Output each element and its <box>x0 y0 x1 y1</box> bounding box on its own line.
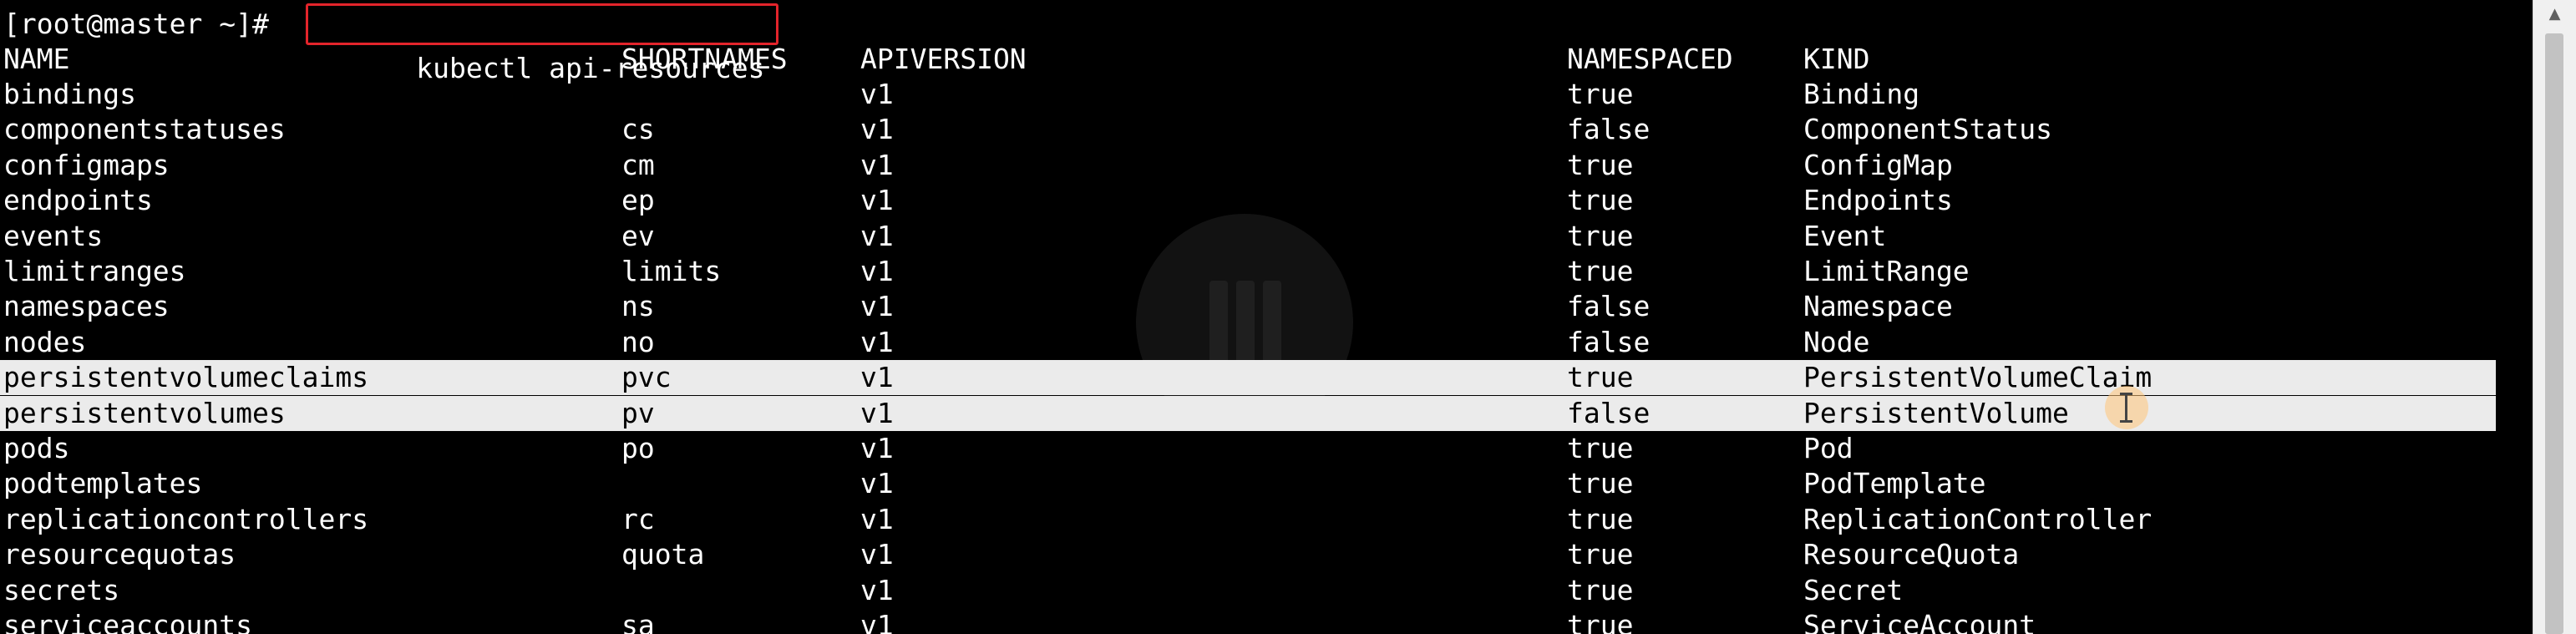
cell-kind: Namespace <box>1803 290 1953 323</box>
cell-apiversion: v1 <box>860 290 894 323</box>
cell-apiversion: v1 <box>860 255 894 287</box>
cell-name: pods <box>3 432 70 464</box>
header-kind: KIND <box>1803 43 1870 75</box>
cell-namespaced: true <box>1567 361 1634 394</box>
cell-apiversion: v1 <box>860 113 894 146</box>
cell-apiversion: v1 <box>860 573 894 606</box>
cell-shortnames: sa <box>621 609 655 634</box>
header-shortnames: SHORTNAMES <box>621 43 788 75</box>
header-namespaced: NAMESPACED <box>1567 43 1733 75</box>
cell-name: limitranges <box>3 255 186 287</box>
cell-kind: ServiceAccount <box>1803 609 2036 634</box>
cell-name: configmaps <box>3 148 170 181</box>
cell-apiversion: v1 <box>860 148 894 181</box>
cell-shortnames: cs <box>621 113 655 146</box>
cell-kind: PersistentVolume <box>1803 396 2069 429</box>
cell-namespaced: false <box>1567 290 1651 323</box>
cell-namespaced: true <box>1567 148 1634 181</box>
header-apiversion: APIVERSION <box>860 43 1027 75</box>
cell-namespaced: false <box>1567 325 1651 358</box>
cell-namespaced: true <box>1567 538 1634 571</box>
cell-name: bindings <box>3 78 136 110</box>
cell-namespaced: true <box>1567 573 1634 606</box>
cell-kind: Pod <box>1803 432 1853 464</box>
cell-name: nodes <box>3 325 87 358</box>
cell-shortnames: limits <box>621 255 722 287</box>
cell-apiversion: v1 <box>860 78 894 110</box>
scrollbar-thumb[interactable] <box>2545 33 2563 634</box>
cell-namespaced: true <box>1567 219 1634 252</box>
cell-name: componentstatuses <box>3 113 286 146</box>
cell-namespaced: true <box>1567 184 1634 217</box>
cell-shortnames: no <box>621 325 655 358</box>
vertical-scrollbar[interactable]: ▲ <box>2533 0 2576 634</box>
triangle-up-icon[interactable]: ▲ <box>2533 0 2576 28</box>
cell-name: resourcequotas <box>3 538 236 571</box>
cell-kind: PersistentVolumeClaim <box>1803 361 2153 394</box>
cell-kind: ConfigMap <box>1803 148 1953 181</box>
cell-apiversion: v1 <box>860 538 894 571</box>
cell-namespaced: true <box>1567 502 1634 535</box>
cell-shortnames: cm <box>621 148 655 181</box>
cell-name: replicationcontrollers <box>3 502 369 535</box>
cell-name: persistentvolumes <box>3 396 286 429</box>
table-header: NAME SHORTNAMES APIVERSION NAMESPACED KI… <box>3 42 1869 77</box>
prompt-line: [root@master ~]# kubectl api-resources <box>3 3 779 84</box>
cell-shortnames: pv <box>621 396 655 429</box>
cell-apiversion: v1 <box>860 502 894 535</box>
cell-shortnames: ep <box>621 184 655 217</box>
cell-name: namespaces <box>3 290 170 323</box>
cell-shortnames: ev <box>621 219 655 252</box>
cell-apiversion: v1 <box>860 184 894 217</box>
cell-kind: Binding <box>1803 78 1920 110</box>
cell-shortnames: po <box>621 432 655 464</box>
cell-name: secrets <box>3 573 120 606</box>
cell-shortnames: pvc <box>621 361 672 394</box>
cell-namespaced: true <box>1567 432 1634 464</box>
cell-kind: PodTemplate <box>1803 467 1986 500</box>
cell-namespaced: false <box>1567 396 1651 429</box>
cell-kind: LimitRange <box>1803 255 1970 287</box>
cell-kind: Secret <box>1803 573 1904 606</box>
cell-name: serviceaccounts <box>3 609 253 634</box>
cell-kind: ReplicationController <box>1803 502 2153 535</box>
cell-apiversion: v1 <box>860 219 894 252</box>
cell-kind: ComponentStatus <box>1803 113 2053 146</box>
cell-apiversion: v1 <box>860 609 894 634</box>
cell-name: events <box>3 219 104 252</box>
cell-apiversion: v1 <box>860 396 894 429</box>
cell-kind: ResourceQuota <box>1803 538 2020 571</box>
cell-apiversion: v1 <box>860 432 894 464</box>
cell-shortnames: quota <box>621 538 705 571</box>
cell-shortnames: ns <box>621 290 655 323</box>
cell-shortnames: rc <box>621 502 655 535</box>
cell-namespaced: true <box>1567 609 1634 634</box>
text-cursor-icon <box>2105 386 2148 429</box>
header-name: NAME <box>3 43 70 75</box>
command-input[interactable]: kubectl api-resources <box>306 3 779 84</box>
cell-kind: Event <box>1803 219 1887 252</box>
cell-apiversion: v1 <box>860 325 894 358</box>
cell-namespaced: true <box>1567 255 1634 287</box>
cell-apiversion: v1 <box>860 361 894 394</box>
cell-kind: Node <box>1803 325 1870 358</box>
cell-kind: Endpoints <box>1803 184 1953 217</box>
terminal-window[interactable]: [root@master ~]# kubectl api-resources N… <box>0 0 2533 634</box>
cell-name: podtemplates <box>3 467 203 500</box>
cell-namespaced: true <box>1567 467 1634 500</box>
cell-namespaced: true <box>1567 78 1634 110</box>
cell-apiversion: v1 <box>860 467 894 500</box>
cell-namespaced: false <box>1567 113 1651 146</box>
cell-name: endpoints <box>3 184 153 217</box>
cell-name: persistentvolumeclaims <box>3 361 369 394</box>
shell-prompt: [root@master ~]# <box>3 8 286 40</box>
